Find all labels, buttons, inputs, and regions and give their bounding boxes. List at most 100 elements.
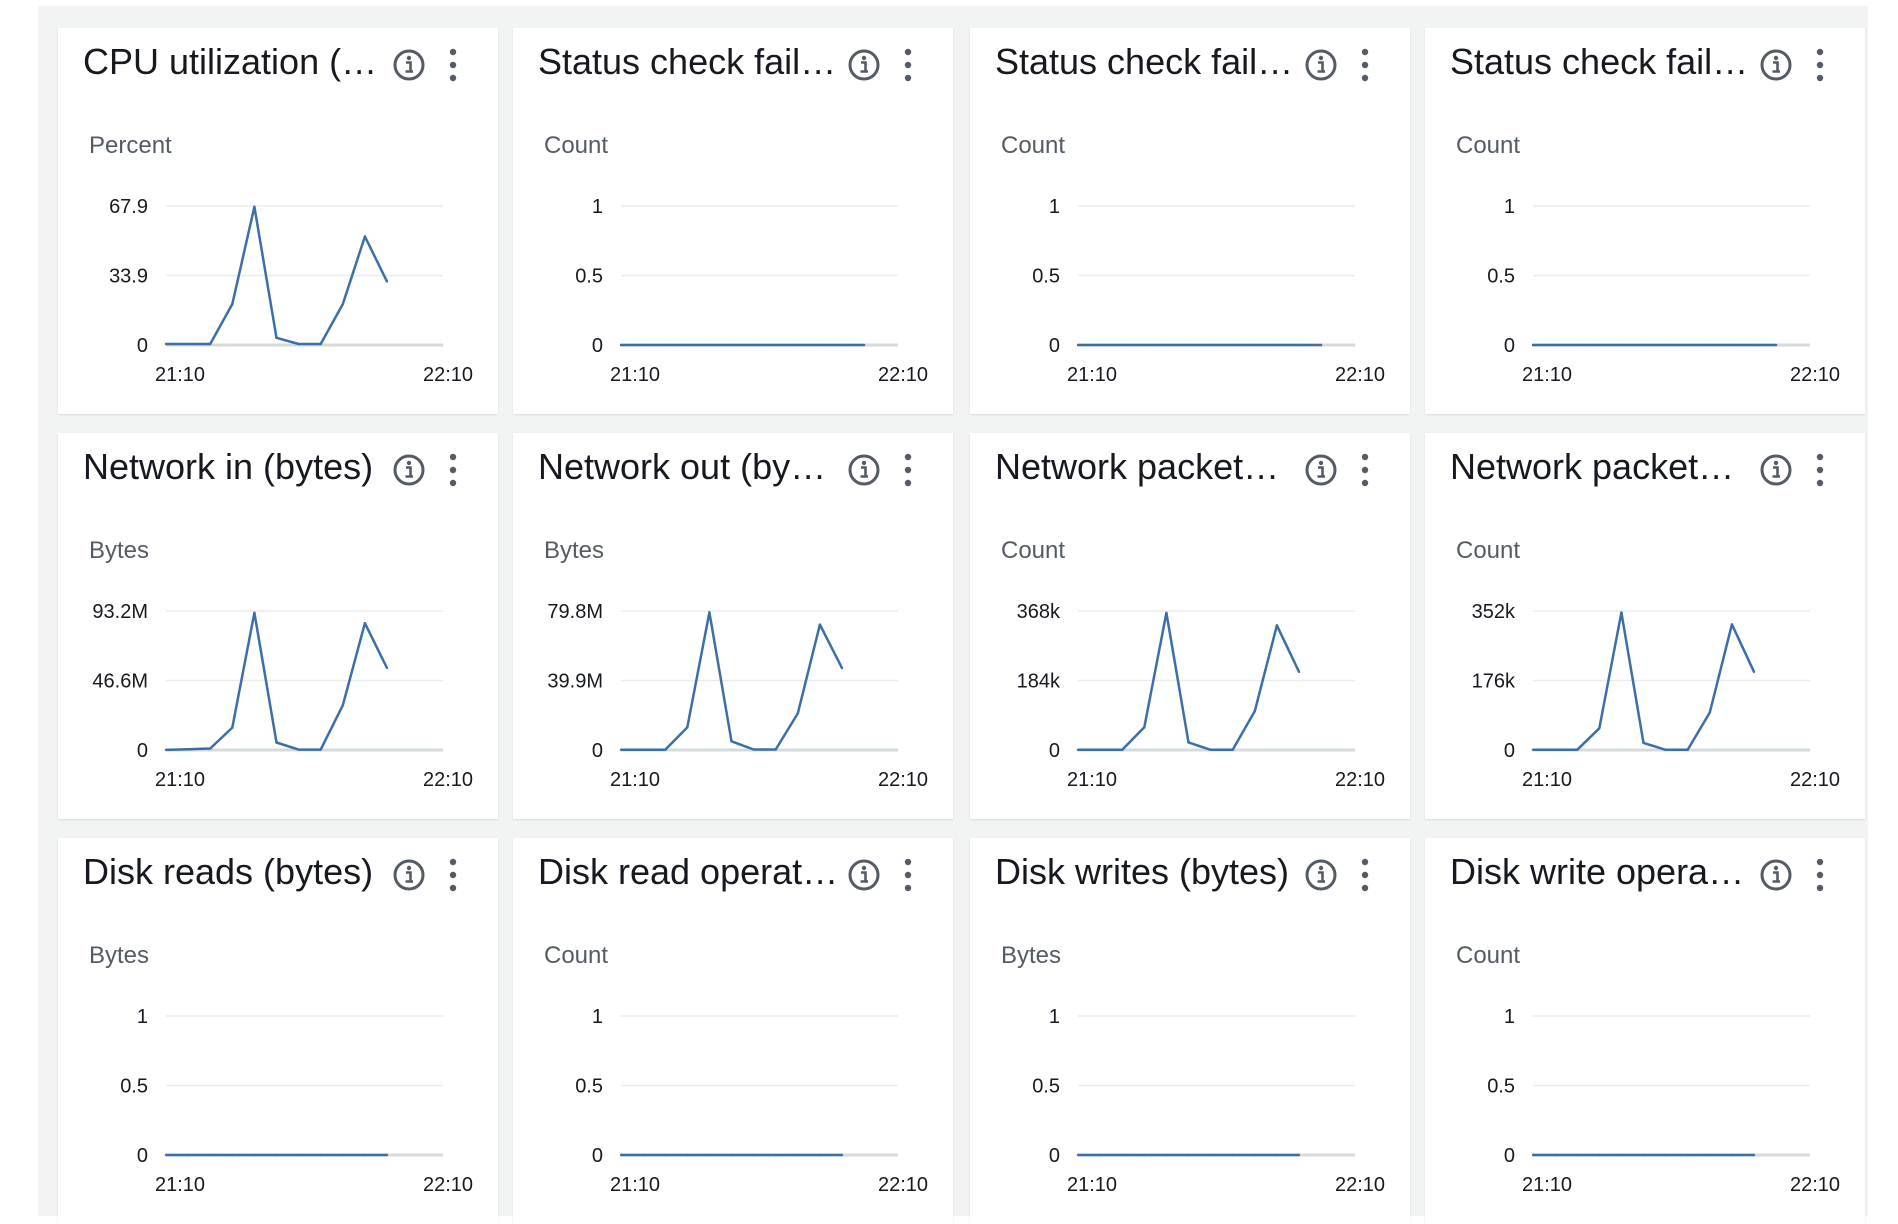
- data-point: [1187, 1153, 1190, 1157]
- data-point: [664, 343, 667, 347]
- data-point: [275, 336, 278, 340]
- data-point: [752, 748, 755, 751]
- y-tick-label: 39.9M: [547, 671, 603, 693]
- data-point: [752, 1153, 755, 1157]
- data-point: [840, 1153, 844, 1157]
- data-point: [186, 342, 190, 346]
- data-point: [1209, 1153, 1212, 1157]
- data-point: [231, 726, 234, 729]
- data-point: [186, 1153, 190, 1157]
- data-point: [818, 343, 822, 347]
- data-point: [341, 704, 344, 707]
- data-point: [275, 741, 278, 744]
- line-chart: 352k 176k 0 21:10 22:10: [1472, 601, 1840, 791]
- data-point: [1730, 623, 1734, 626]
- line-chart: 368k 184k 0 21:10 22:10: [1017, 601, 1385, 791]
- data-point: [341, 302, 344, 306]
- metric-widget-7: Network packet… Count 368k 184k 0 21:10 22:1…: [970, 433, 1410, 819]
- x-tick-label: 22:10: [423, 769, 473, 791]
- data-point: [1598, 343, 1601, 347]
- data-point: [1730, 343, 1734, 347]
- x-tick-label: 22:10: [1335, 1174, 1385, 1196]
- data-point: [1598, 1153, 1601, 1157]
- metric-widget-8: Network packet… Count 352k 176k 0 21:10 22:1…: [1425, 433, 1865, 819]
- y-tick-label: 0: [592, 1145, 603, 1167]
- y-tick-label: 1: [1049, 196, 1060, 218]
- data-point: [1165, 343, 1168, 347]
- y-tick-label: 0.5: [575, 1076, 603, 1098]
- metrics-dashboard: CPU utilization (… Percent 67.9 33.9 0 21:1…: [38, 6, 1868, 1224]
- data-point: [363, 1153, 367, 1157]
- line-chart: 1 0.5 0 21:10 22:10: [575, 1006, 928, 1196]
- y-tick-label: 0.5: [575, 266, 603, 288]
- data-point: [164, 1153, 168, 1157]
- y-tick-label: 0: [1049, 1145, 1060, 1167]
- y-tick-label: 0: [1504, 740, 1515, 762]
- data-point: [862, 343, 866, 347]
- x-tick-label: 21:10: [610, 769, 660, 791]
- data-point: [1708, 343, 1711, 347]
- data-point: [1143, 1153, 1146, 1157]
- data-point: [840, 343, 844, 347]
- data-point: [1297, 343, 1301, 347]
- data-point: [319, 1153, 322, 1157]
- metric-widget-12: Disk write opera… Count 1 0.5 0 21:10 22:10: [1425, 838, 1865, 1224]
- y-tick-label: 176k: [1472, 671, 1516, 693]
- data-point: [231, 302, 234, 306]
- line-chart: 79.8M 39.9M 0 21:10 22:10: [547, 601, 928, 791]
- y-tick-label: 0.5: [1032, 1076, 1060, 1098]
- line-chart: 1 0.5 0 21:10 22:10: [1032, 196, 1385, 386]
- data-point: [686, 1153, 689, 1157]
- x-tick-label: 21:10: [1067, 364, 1117, 386]
- data-point: [1143, 343, 1146, 347]
- data-point: [1686, 343, 1689, 347]
- metric-widget-10: Disk read operat… Count 1 0.5 0 21:10 22:10: [513, 838, 953, 1224]
- data-point: [1708, 711, 1711, 714]
- data-point: [209, 747, 212, 750]
- y-tick-label: 0.5: [1032, 266, 1060, 288]
- data-point: [840, 666, 844, 670]
- x-tick-label: 22:10: [878, 769, 928, 791]
- data-point: [730, 1153, 733, 1157]
- data-point: [209, 342, 212, 346]
- data-point: [708, 611, 711, 614]
- x-tick-label: 21:10: [1522, 769, 1572, 791]
- metric-widget-4: Status check fail… Count 1 0.5 0 21:10 22:10: [1425, 28, 1865, 414]
- data-point: [619, 1153, 623, 1157]
- data-point: [297, 1153, 300, 1157]
- line-chart: 1 0.5 0 21:10 22:10: [120, 1006, 473, 1196]
- data-point: [1187, 741, 1190, 744]
- data-point: [164, 342, 168, 346]
- data-point: [1642, 343, 1645, 347]
- data-point: [1708, 1153, 1711, 1157]
- data-point: [774, 748, 777, 751]
- data-point: [1686, 1153, 1689, 1157]
- data-point: [1598, 727, 1601, 730]
- data-point: [1752, 670, 1756, 674]
- data-point: [818, 1153, 822, 1157]
- data-point: [1620, 611, 1623, 614]
- y-tick-label: 0.5: [120, 1076, 148, 1098]
- data-point: [275, 1153, 278, 1157]
- metric-widget-1: CPU utilization (… Percent 67.9 33.9 0 21:1…: [58, 28, 498, 414]
- y-tick-label: 368k: [1017, 601, 1061, 623]
- x-tick-label: 22:10: [423, 1174, 473, 1196]
- data-point: [1664, 343, 1667, 347]
- data-point: [1752, 343, 1756, 347]
- y-tick-label: 0.5: [1487, 266, 1515, 288]
- data-point: [253, 611, 256, 614]
- metric-widget-2: Status check fail… Count 1 0.5 0 21:10 22:10: [513, 28, 953, 414]
- y-tick-label: 1: [592, 196, 603, 218]
- data-point: [1231, 1153, 1234, 1157]
- data-point: [1121, 1153, 1124, 1157]
- y-tick-label: 1: [1504, 196, 1515, 218]
- data-point: [1098, 748, 1102, 752]
- y-tick-label: 0.5: [1487, 1076, 1515, 1098]
- data-point: [1752, 1153, 1756, 1157]
- data-point: [1576, 1153, 1579, 1157]
- line-chart: 93.2M 46.6M 0 21:10 22:10: [92, 601, 473, 791]
- y-tick-label: 1: [1049, 1006, 1060, 1028]
- data-point: [1076, 343, 1080, 347]
- data-point: [1076, 748, 1080, 752]
- data-point: [319, 342, 322, 346]
